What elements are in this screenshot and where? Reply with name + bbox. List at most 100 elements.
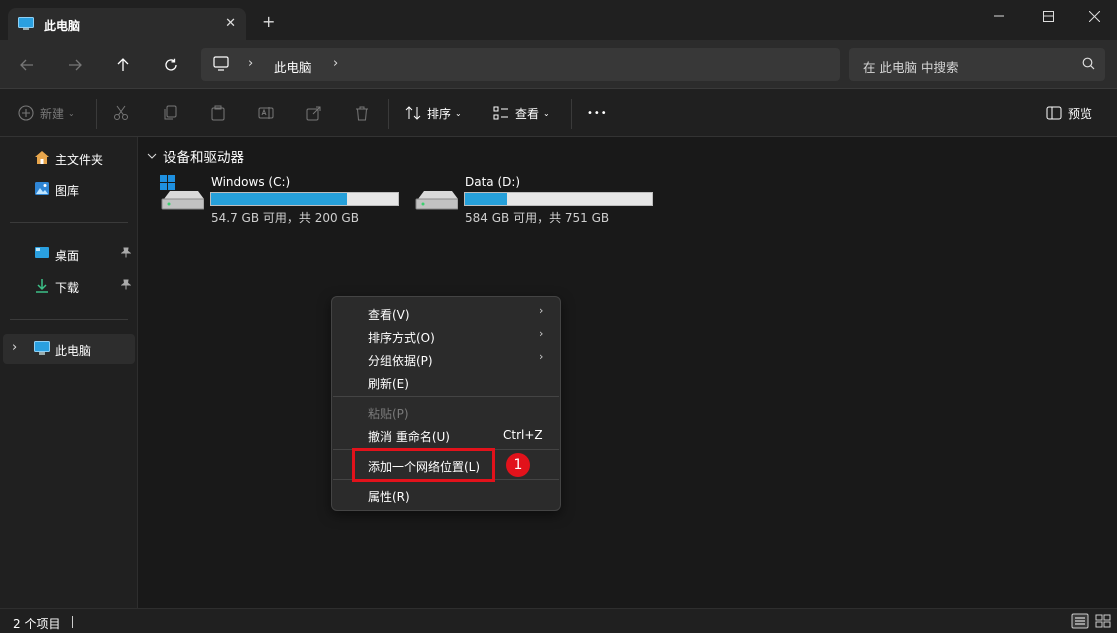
new-button[interactable]: 新建 ⌄ xyxy=(18,101,75,125)
drive-usage-bar xyxy=(210,192,399,206)
sidebar-item-label: 主文件夹 xyxy=(55,153,104,167)
menu-item-label: 查看(V) xyxy=(368,308,410,322)
navigation-bar: › 此电脑 › 在 此电脑 中搜索 xyxy=(0,40,1117,89)
menu-divider xyxy=(333,396,559,397)
sidebar-divider xyxy=(10,319,128,320)
view-button[interactable]: 查看 ⌄ xyxy=(493,101,550,125)
drive-free-space: 584 GB 可用，共 751 GB xyxy=(465,211,610,225)
drive-usage-fill xyxy=(465,193,507,205)
sidebar-item-home[interactable]: 主文件夹 xyxy=(3,143,135,173)
computer-icon xyxy=(18,17,34,34)
status-bar: 2 个项目 xyxy=(0,608,1117,633)
chevron-right-icon[interactable]: › xyxy=(12,340,17,355)
close-window-button[interactable] xyxy=(1071,4,1117,28)
chevron-right-icon: › xyxy=(539,327,544,340)
details-view-icon xyxy=(1071,613,1089,629)
arrow-right-icon xyxy=(69,59,82,71)
toolbar-divider xyxy=(571,99,572,129)
chevron-down-icon: ⌄ xyxy=(68,108,75,118)
sidebar-item-label: 下载 xyxy=(55,281,80,295)
menu-item-label: 撤消 重命名(U) xyxy=(368,430,450,444)
drive-name: Data (D:) xyxy=(465,175,521,189)
sidebar-item-downloads[interactable]: 下载 xyxy=(3,271,135,301)
chevron-down-icon xyxy=(147,153,157,159)
pin-icon[interactable] xyxy=(120,247,132,261)
search-input[interactable]: 在 此电脑 中搜索 xyxy=(849,48,1105,81)
minimize-icon[interactable] xyxy=(979,4,1019,28)
pin-icon[interactable] xyxy=(120,279,132,293)
status-divider xyxy=(72,616,73,628)
sidebar-divider xyxy=(10,222,128,223)
tab-this-pc[interactable]: 此电脑 ✕ xyxy=(8,8,246,40)
menu-item-sort-by[interactable]: 排序方式(O) › xyxy=(332,325,560,347)
sort-button[interactable]: 排序 ⌄ xyxy=(405,101,462,125)
sidebar-item-gallery[interactable]: 图库 xyxy=(3,174,135,204)
command-bar: 新建 ⌄ 排序 ⌄ 查看 ⌄ ••• 预览 xyxy=(0,89,1117,137)
breadcrumb-this-pc[interactable]: 此电脑 xyxy=(274,57,312,76)
chevron-right-icon[interactable]: › xyxy=(333,56,338,71)
tab-label: 此电脑 xyxy=(44,19,81,33)
step-badge: 1 xyxy=(506,453,530,477)
chevron-right-icon: › xyxy=(248,56,254,71)
forward-button[interactable] xyxy=(63,53,87,77)
drive-usage-fill xyxy=(211,193,347,205)
menu-item-label: 粘贴(P) xyxy=(368,407,409,421)
drive-d[interactable]: Data (D:) 584 GB 可用，共 751 GB xyxy=(414,175,664,225)
maximize-button[interactable] xyxy=(1025,4,1071,28)
close-tab-icon[interactable]: ✕ xyxy=(225,16,236,31)
search-placeholder: 在 此电脑 中搜索 xyxy=(863,60,959,75)
sidebar-item-desktop[interactable]: 桌面 xyxy=(3,239,135,269)
preview-pane-button[interactable]: 预览 xyxy=(1046,101,1092,125)
new-tab-button[interactable]: + xyxy=(262,12,275,31)
drive-c[interactable]: Windows (C:) 54.7 GB 可用，共 200 GB xyxy=(160,175,410,225)
menu-item-shortcut: Ctrl+Z xyxy=(503,428,543,442)
new-label: 新建 xyxy=(40,106,65,121)
sidebar-item-this-pc[interactable]: › 此电脑 xyxy=(3,334,135,364)
chevron-right-icon: › xyxy=(539,304,544,317)
chevron-right-icon: › xyxy=(539,350,544,363)
up-button[interactable] xyxy=(111,53,135,77)
menu-item-label: 刷新(E) xyxy=(368,377,409,391)
sidebar-item-label: 桌面 xyxy=(55,249,80,263)
back-button[interactable] xyxy=(15,53,39,77)
rename-icon xyxy=(258,107,274,119)
share-button[interactable] xyxy=(306,101,322,125)
group-header-devices[interactable]: 设备和驱动器 xyxy=(147,146,244,166)
preview-pane-icon xyxy=(1046,106,1062,120)
tiles-view-button[interactable] xyxy=(1094,613,1112,629)
computer-icon xyxy=(34,341,50,359)
paste-button[interactable] xyxy=(210,101,226,125)
menu-item-refresh[interactable]: 刷新(E) xyxy=(332,371,560,393)
drive-icon xyxy=(414,175,459,214)
share-icon xyxy=(306,106,321,121)
cut-button[interactable] xyxy=(113,101,129,125)
details-view-button[interactable] xyxy=(1071,613,1089,629)
rename-button[interactable] xyxy=(258,101,274,125)
menu-item-undo-rename[interactable]: 撤消 重命名(U) Ctrl+Z xyxy=(332,424,560,446)
highlight-box xyxy=(352,448,495,482)
menu-item-view[interactable]: 查看(V) › xyxy=(332,302,560,324)
delete-button[interactable] xyxy=(354,101,370,125)
navigation-pane: 主文件夹 图库 桌面 下载 › 此电脑 xyxy=(0,137,138,608)
sidebar-item-label: 图库 xyxy=(55,184,80,198)
menu-item-group-by[interactable]: 分组依据(P) › xyxy=(332,348,560,370)
toolbar-divider xyxy=(388,99,389,129)
copy-button[interactable] xyxy=(162,101,178,125)
menu-item-properties[interactable]: 属性(R) xyxy=(332,484,560,506)
tiles-view-icon xyxy=(1095,614,1111,628)
more-options-button[interactable]: ••• xyxy=(587,101,608,125)
gallery-icon xyxy=(34,181,50,199)
plus-circle-icon xyxy=(18,105,34,121)
scissors-icon xyxy=(114,105,128,120)
trash-icon xyxy=(356,106,368,121)
arrow-left-icon xyxy=(20,59,33,71)
refresh-button[interactable] xyxy=(159,53,183,77)
clipboard-icon xyxy=(211,105,225,121)
sidebar-item-label: 此电脑 xyxy=(55,344,92,358)
content-pane: 设备和驱动器 Windows (C:) 54.7 GB 可用，共 200 GB xyxy=(139,137,1117,608)
windows-drive-icon xyxy=(160,175,205,214)
address-bar[interactable]: › 此电脑 › xyxy=(201,48,840,81)
group-title: 设备和驱动器 xyxy=(163,150,244,166)
title-bar: 此电脑 ✕ + – xyxy=(0,0,1117,40)
chevron-down-icon: ⌄ xyxy=(543,108,550,118)
